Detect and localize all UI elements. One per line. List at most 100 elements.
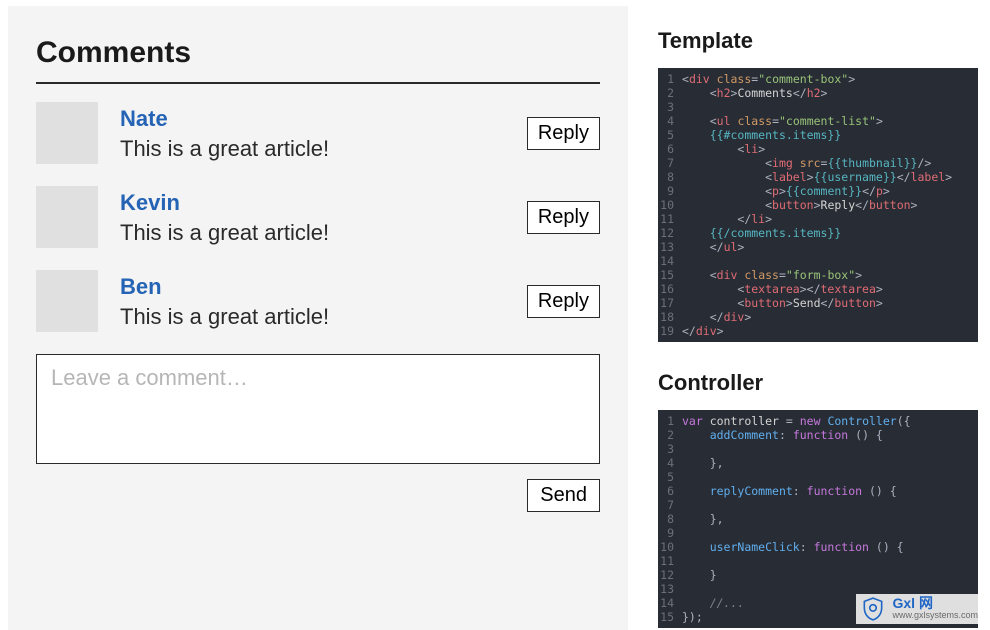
comment-item: Kevin This is a great article! Reply	[36, 186, 600, 248]
avatar	[36, 186, 98, 248]
line-number: 7	[658, 498, 682, 512]
line-number: 5	[658, 128, 682, 142]
avatar	[36, 270, 98, 332]
code-content	[682, 442, 689, 456]
code-content: addComment: function () {	[682, 428, 883, 442]
code-line: 18 </div>	[658, 310, 978, 324]
code-line: 8 },	[658, 512, 978, 526]
comment-input[interactable]	[36, 354, 600, 464]
reply-button[interactable]: Reply	[527, 117, 600, 150]
code-content: userNameClick: function () {	[682, 540, 904, 554]
code-content: </div>	[682, 310, 751, 324]
code-content: <li>	[682, 142, 765, 156]
code-content	[682, 582, 689, 596]
code-content: <p>{{comment}}</p>	[682, 184, 890, 198]
code-line: 5	[658, 470, 978, 484]
code-content	[682, 526, 689, 540]
code-line: 6 replyComment: function () {	[658, 484, 978, 498]
code-line: 17 <button>Send</button>	[658, 296, 978, 310]
code-content: replyComment: function () {	[682, 484, 897, 498]
code-content: <ul class="comment-list">	[682, 114, 883, 128]
code-content: <div class="comment-box">	[682, 72, 855, 86]
template-code-block: 1<div class="comment-box">2 <h2>Comments…	[658, 68, 978, 342]
code-line: 3	[658, 442, 978, 456]
comment-text: This is a great article!	[120, 220, 517, 246]
line-number: 12	[658, 226, 682, 240]
code-content	[682, 100, 689, 114]
line-number: 12	[658, 568, 682, 582]
divider	[36, 82, 600, 84]
code-content: {{/comments.items}}	[682, 226, 841, 240]
code-content: <textarea></textarea>	[682, 282, 883, 296]
line-number: 3	[658, 100, 682, 114]
line-number: 3	[658, 442, 682, 456]
code-content: </li>	[682, 212, 772, 226]
code-line: 10 <button>Reply</button>	[658, 198, 978, 212]
line-number: 6	[658, 484, 682, 498]
line-number: 1	[658, 414, 682, 428]
line-number: 16	[658, 282, 682, 296]
line-number: 13	[658, 240, 682, 254]
code-line: 11 </li>	[658, 212, 978, 226]
line-number: 2	[658, 86, 682, 100]
line-number: 13	[658, 582, 682, 596]
code-line: 3	[658, 100, 978, 114]
shield-icon	[860, 596, 886, 622]
comment-list: Nate This is a great article! Reply Kevin Th…	[36, 102, 600, 332]
line-number: 4	[658, 456, 682, 470]
line-number: 18	[658, 310, 682, 324]
comment-text: This is a great article!	[120, 304, 517, 330]
comment-body: Ben This is a great article!	[120, 270, 517, 330]
comment-body: Nate This is a great article!	[120, 102, 517, 162]
code-content: </ul>	[682, 240, 744, 254]
code-content	[682, 554, 689, 568]
comment-username[interactable]: Ben	[120, 274, 517, 300]
comment-item: Ben This is a great article! Reply	[36, 270, 600, 332]
code-line: 13 </ul>	[658, 240, 978, 254]
line-number: 2	[658, 428, 682, 442]
code-content: <h2>Comments</h2>	[682, 86, 827, 100]
code-content	[682, 470, 689, 484]
code-content: </div>	[682, 324, 724, 338]
line-number: 4	[658, 114, 682, 128]
code-content: <button>Send</button>	[682, 296, 883, 310]
code-content: {{#comments.items}}	[682, 128, 841, 142]
line-number: 6	[658, 142, 682, 156]
code-line: 2 <h2>Comments</h2>	[658, 86, 978, 100]
code-content: <button>Reply</button>	[682, 198, 917, 212]
comment-text: This is a great article!	[120, 136, 517, 162]
line-number: 9	[658, 184, 682, 198]
code-content: <div class="form-box">	[682, 268, 862, 282]
send-button[interactable]: Send	[527, 479, 600, 512]
code-line: 7 <img src={{thumbnail}}/>	[658, 156, 978, 170]
code-line: 15 <div class="form-box">	[658, 268, 978, 282]
code-content	[682, 254, 689, 268]
line-number: 8	[658, 170, 682, 184]
comment-username[interactable]: Nate	[120, 106, 517, 132]
watermark: Gxl 网 www.gxlsystems.com	[856, 594, 982, 624]
code-content: }	[682, 568, 717, 582]
line-number: 8	[658, 512, 682, 526]
watermark-brand: Gxl 网	[892, 597, 978, 609]
code-line: 11	[658, 554, 978, 568]
right-column: Template 1<div class="comment-box">2 <h2…	[628, 0, 990, 630]
code-content: var controller = new Controller({	[682, 414, 911, 428]
comment-item: Nate This is a great article! Reply	[36, 102, 600, 164]
template-heading: Template	[658, 28, 978, 54]
line-number: 19	[658, 324, 682, 338]
code-line: 14	[658, 254, 978, 268]
code-line: 2 addComment: function () {	[658, 428, 978, 442]
code-content	[682, 498, 689, 512]
comment-username[interactable]: Kevin	[120, 190, 517, 216]
reply-button[interactable]: Reply	[527, 201, 600, 234]
line-number: 14	[658, 254, 682, 268]
line-number: 15	[658, 610, 682, 624]
reply-button[interactable]: Reply	[527, 285, 600, 318]
line-number: 9	[658, 526, 682, 540]
avatar	[36, 102, 98, 164]
code-line: 8 <label>{{username}}</label>	[658, 170, 978, 184]
code-content: },	[682, 456, 724, 470]
code-line: 12 {{/comments.items}}	[658, 226, 978, 240]
code-line: 9 <p>{{comment}}</p>	[658, 184, 978, 198]
code-line: 9	[658, 526, 978, 540]
